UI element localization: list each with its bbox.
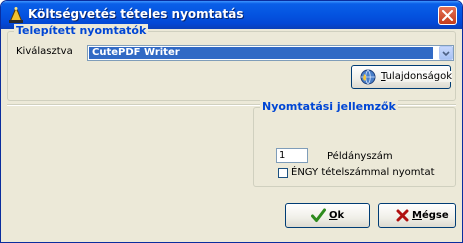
properties-button-label: Tulajdonságok bbox=[381, 71, 453, 82]
engy-checkbox-label[interactable]: ÉNGY tételszámmal nyomtat bbox=[291, 167, 435, 178]
checkmark-icon bbox=[311, 208, 326, 226]
copies-input[interactable] bbox=[276, 148, 308, 163]
selected-printer-label: Kiválasztva bbox=[16, 46, 73, 57]
close-button[interactable] bbox=[438, 6, 457, 25]
ok-button-label: Ok bbox=[329, 210, 345, 221]
printer-wizard-icon bbox=[7, 6, 25, 24]
dialog-client-area: Telepített nyomtatók Kiválasztva CutePDF… bbox=[4, 24, 459, 239]
cancel-button-label: Mégse bbox=[412, 210, 449, 221]
copies-label: Példányszám bbox=[327, 151, 393, 162]
print-settings-group: Nyomtatási jellemzők Példányszám ÉNGY té… bbox=[253, 100, 456, 187]
chevron-down-icon bbox=[442, 51, 450, 57]
cancel-button[interactable]: Mégse bbox=[378, 203, 456, 228]
printer-dropdown-button[interactable] bbox=[439, 46, 453, 60]
ok-button[interactable]: Ok bbox=[285, 203, 370, 228]
close-icon bbox=[442, 10, 453, 21]
properties-button[interactable]: T Tulajdonságok bbox=[351, 65, 453, 89]
print-settings-legend: Nyomtatási jellemzők bbox=[260, 100, 398, 113]
engy-checkbox[interactable] bbox=[278, 168, 288, 178]
dialog-window: Költségvetés tételes nyomtatás Telepítet… bbox=[0, 0, 463, 243]
installed-printers-legend: Telepített nyomtatók bbox=[14, 24, 149, 37]
cross-icon bbox=[396, 209, 409, 225]
properties-globe-icon bbox=[360, 69, 376, 88]
window-title: Költségvetés tételes nyomtatás bbox=[28, 7, 244, 21]
printer-select[interactable]: CutePDF Writer bbox=[87, 45, 454, 61]
installed-printers-group: Telepített nyomtatók Kiválasztva CutePDF… bbox=[7, 24, 456, 101]
printer-select-value: CutePDF Writer bbox=[89, 47, 433, 59]
